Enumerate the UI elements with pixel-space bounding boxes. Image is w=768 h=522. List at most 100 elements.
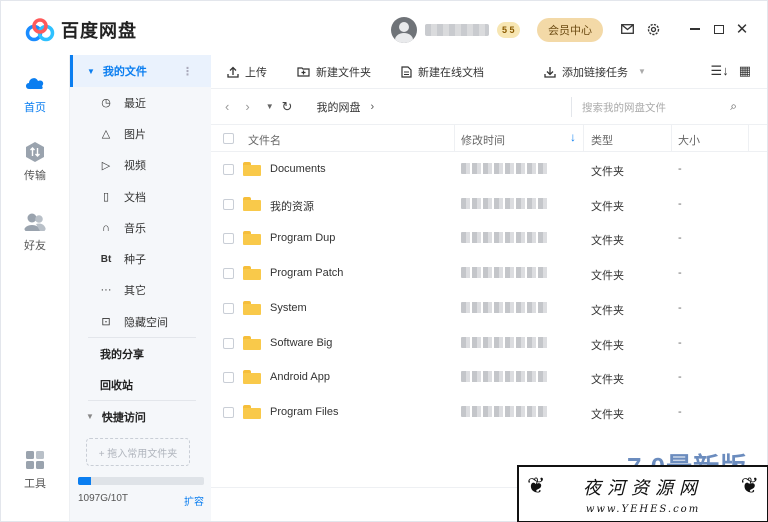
history-dropdown-icon[interactable]: ▼ bbox=[266, 102, 274, 111]
user-profile[interactable]: 5 5 bbox=[391, 17, 520, 43]
file-name[interactable]: Program Dup bbox=[270, 232, 335, 244]
column-type[interactable]: 类型 bbox=[591, 132, 613, 148]
download-icon bbox=[544, 66, 556, 78]
grid-view-icon[interactable]: ▦ bbox=[739, 63, 751, 79]
rail-item-home[interactable]: 首页 bbox=[1, 73, 69, 115]
rail-item-friends[interactable]: 好友 bbox=[1, 211, 69, 253]
file-name[interactable]: Software Big bbox=[270, 337, 332, 349]
table-row[interactable]: Software Big 文件夹 - bbox=[211, 326, 767, 361]
rail-label-tools: 工具 bbox=[24, 478, 46, 490]
sort-desc-icon[interactable]: ↓ bbox=[570, 130, 576, 144]
rail-item-tools[interactable]: 工具 bbox=[1, 449, 69, 491]
watermark-url: www.YEHES.com bbox=[585, 503, 701, 515]
sidebar-item-label: 最近 bbox=[124, 97, 146, 110]
table-row[interactable]: Program Patch 文件夹 - bbox=[211, 256, 767, 291]
upload-icon bbox=[227, 66, 239, 78]
modified-date-redacted bbox=[461, 405, 549, 417]
file-name[interactable]: Android App bbox=[270, 371, 330, 383]
row-checkbox[interactable] bbox=[223, 337, 234, 349]
row-checkbox[interactable] bbox=[223, 198, 234, 210]
settings-icon[interactable] bbox=[645, 21, 661, 37]
back-icon[interactable]: ‹ bbox=[225, 99, 229, 114]
sidebar-item-label: 种子 bbox=[124, 254, 146, 267]
watermark-title: 夜河资源网 bbox=[583, 477, 703, 499]
search-input[interactable]: 搜索我的网盘文件 ⌕ bbox=[571, 97, 743, 117]
column-modified[interactable]: 修改时间 bbox=[461, 132, 505, 148]
sidebar-item-music[interactable]: ∩ 音乐 bbox=[70, 212, 211, 243]
image-icon: △ bbox=[101, 128, 111, 141]
add-link-label: 添加链接任务 bbox=[562, 66, 628, 79]
sidebar-item-videos[interactable]: ▷ 视频 bbox=[70, 150, 211, 181]
modified-date-redacted bbox=[461, 197, 549, 209]
maximize-icon[interactable] bbox=[711, 21, 727, 37]
level-badge: 5 5 bbox=[497, 22, 520, 38]
folder-icon bbox=[243, 196, 261, 211]
folder-icon bbox=[243, 300, 261, 315]
expand-storage-link[interactable]: 扩容 bbox=[184, 493, 204, 508]
sidebar-item-hidden-space[interactable]: ⊡ 隐藏空间 bbox=[70, 306, 211, 337]
toolbar: 上传 新建文件夹 新建在线文档 添加链接任务 ▼ ☰↓ ▦ bbox=[211, 55, 767, 89]
column-name[interactable]: 文件名 bbox=[248, 132, 281, 148]
table-row[interactable]: System 文件夹 - bbox=[211, 291, 767, 326]
file-name[interactable]: Program Files bbox=[270, 406, 338, 418]
sidebar-item-recent[interactable]: ◷ 最近 bbox=[70, 87, 211, 118]
sidebar-item-label: 视频 bbox=[124, 160, 146, 173]
sidebar-item-label: 隐藏空间 bbox=[124, 316, 168, 329]
sidebar: ▼ 我的文件 ⋮ ◷ 最近 △ 图片 ▷ 视频 ▯ 文档 ∩ 音乐 Bt 种子 bbox=[69, 55, 211, 521]
new-online-doc-button[interactable]: 新建在线文档 bbox=[401, 64, 484, 80]
folder-icon bbox=[243, 335, 261, 350]
sidebar-item-recycle-bin[interactable]: 回收站 bbox=[70, 369, 211, 400]
sort-list-icon[interactable]: ☰↓ bbox=[711, 63, 729, 79]
row-checkbox[interactable] bbox=[223, 372, 234, 384]
new-folder-button[interactable]: 新建文件夹 bbox=[297, 64, 371, 80]
new-folder-label: 新建文件夹 bbox=[316, 66, 371, 79]
rail-label-friends: 好友 bbox=[24, 240, 46, 252]
sidebar-quick-access[interactable]: ▼ 快捷访问 bbox=[70, 401, 211, 432]
sidebar-item-my-files[interactable]: ▼ 我的文件 ⋮ bbox=[70, 55, 211, 87]
row-checkbox[interactable] bbox=[223, 233, 234, 245]
file-name[interactable]: 我的资源 bbox=[270, 198, 314, 214]
forward-icon[interactable]: › bbox=[245, 99, 249, 114]
table-row[interactable]: Program Dup 文件夹 - bbox=[211, 221, 767, 256]
breadcrumb[interactable]: 我的网盘 bbox=[317, 99, 361, 115]
flourish-left-icon: ❦ bbox=[527, 473, 546, 498]
refresh-icon[interactable]: ↻ bbox=[282, 99, 293, 115]
sidebar-item-torrents[interactable]: Bt 种子 bbox=[70, 243, 211, 274]
file-size: - bbox=[678, 336, 682, 349]
upload-label: 上传 bbox=[245, 66, 267, 79]
table-row[interactable]: Program Files 文件夹 - bbox=[211, 395, 767, 430]
column-size[interactable]: 大小 bbox=[678, 132, 700, 148]
search-icon[interactable]: ⌕ bbox=[730, 99, 737, 114]
document-icon bbox=[401, 65, 412, 78]
minimize-icon[interactable] bbox=[687, 21, 703, 37]
row-checkbox[interactable] bbox=[223, 406, 234, 418]
table-row[interactable]: 我的资源 文件夹 - bbox=[211, 187, 767, 222]
sidebar-item-documents[interactable]: ▯ 文档 bbox=[70, 181, 211, 212]
rail-item-transfer[interactable]: 传输 bbox=[1, 141, 69, 183]
row-checkbox[interactable] bbox=[223, 268, 234, 280]
folder-icon bbox=[243, 370, 261, 385]
row-checkbox[interactable] bbox=[223, 302, 234, 314]
file-name[interactable]: Program Patch bbox=[270, 267, 343, 279]
add-favorite-folder-dropzone[interactable]: + 拖入常用文件夹 bbox=[86, 438, 190, 467]
quota-progress-fill bbox=[78, 477, 92, 485]
add-link-task-button[interactable]: 添加链接任务 ▼ bbox=[544, 64, 646, 80]
file-name[interactable]: System bbox=[270, 302, 307, 314]
table-row[interactable]: Android App 文件夹 - bbox=[211, 360, 767, 395]
sidebar-item-my-share[interactable]: 我的分享 bbox=[70, 338, 211, 369]
sidebar-item-other[interactable]: ··· 其它 bbox=[70, 275, 211, 306]
table-row[interactable]: Documents 文件夹 - bbox=[211, 152, 767, 187]
close-icon[interactable]: ✕ bbox=[734, 21, 750, 38]
more-vertical-icon[interactable]: ⋮ bbox=[182, 65, 193, 78]
sidebar-item-images[interactable]: △ 图片 bbox=[70, 118, 211, 149]
file-size: - bbox=[678, 232, 682, 245]
file-type: 文件夹 bbox=[591, 200, 624, 213]
avatar[interactable] bbox=[391, 17, 417, 43]
select-all-checkbox[interactable] bbox=[223, 133, 234, 144]
file-name[interactable]: Documents bbox=[270, 163, 326, 175]
row-checkbox[interactable] bbox=[223, 164, 234, 175]
upload-button[interactable]: 上传 bbox=[227, 64, 267, 80]
mail-icon[interactable] bbox=[619, 21, 635, 37]
vip-center-button[interactable]: 会员中心 bbox=[537, 18, 603, 42]
table-header: 文件名 修改时间 ↓ 类型 大小 bbox=[211, 125, 767, 152]
